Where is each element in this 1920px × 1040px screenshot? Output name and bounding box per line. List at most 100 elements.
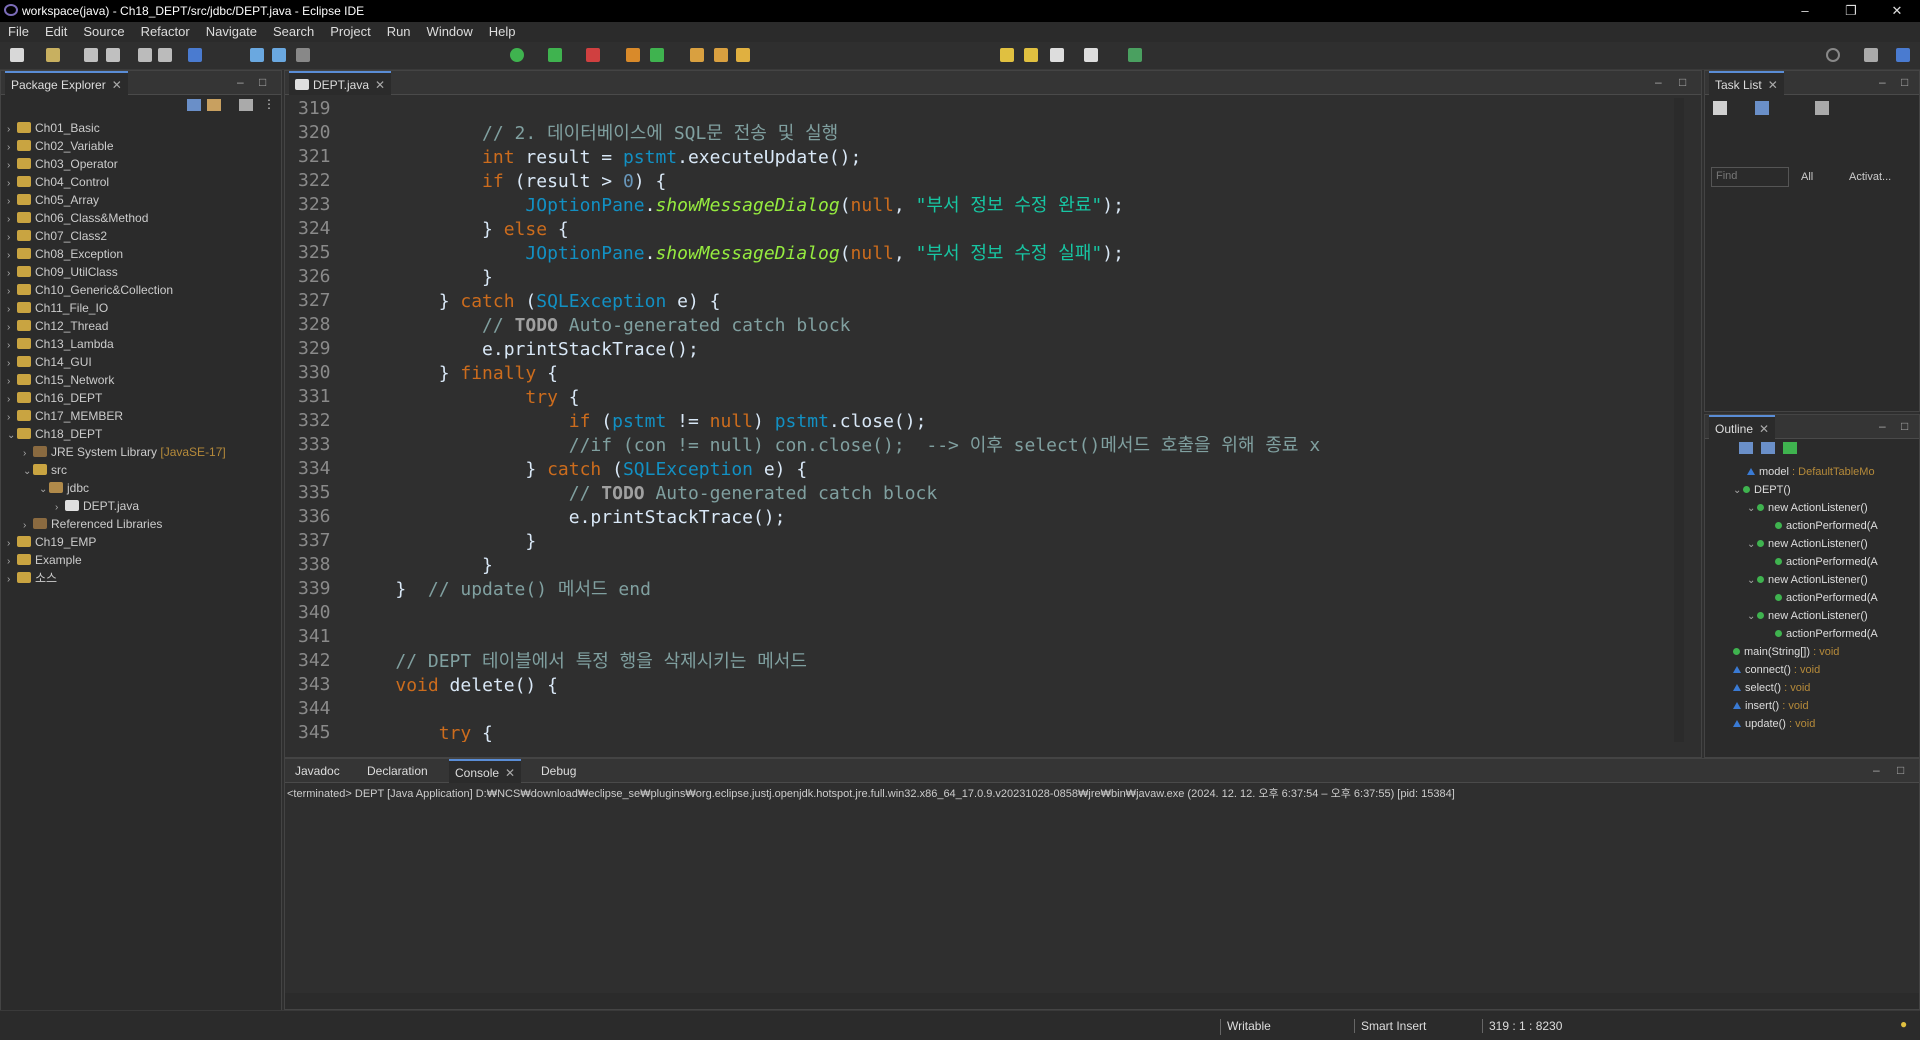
new-class-icon[interactable] (650, 48, 664, 62)
redo-icon[interactable] (158, 48, 172, 62)
prev-annotation-icon[interactable] (1000, 48, 1014, 62)
tree-item[interactable]: › Ch13_Lambda (7, 335, 226, 353)
close-tab-icon[interactable]: ✕ (1759, 422, 1769, 436)
menu-refactor[interactable]: Refactor (133, 22, 198, 42)
code-editor[interactable]: 319 320 321 322 323 324 325 326 327 328 … (286, 98, 1684, 742)
outline-item[interactable]: actionPerformed(A (1713, 625, 1903, 643)
tree-item[interactable]: › Ch04_Control (7, 173, 226, 191)
menu-navigate[interactable]: Navigate (198, 22, 265, 42)
resume-icon[interactable] (250, 48, 264, 62)
undo-icon[interactable] (138, 48, 152, 62)
menu-project[interactable]: Project (322, 22, 378, 42)
tree-item[interactable]: › Ch01_Basic (7, 119, 226, 137)
outline-item[interactable]: model : DefaultTableMo (1713, 463, 1903, 481)
tree-item[interactable]: › Ch07_Class2 (7, 227, 226, 245)
link-editor-icon[interactable] (207, 99, 221, 111)
minimize-view-icon[interactable]: – (237, 75, 244, 89)
minimize-view-icon[interactable]: – (1655, 75, 1662, 89)
cursor-position[interactable]: 319 : 1 : 8230 (1482, 1019, 1562, 1033)
tab-console[interactable]: Console ✕ (449, 759, 522, 783)
menu-window[interactable]: Window (419, 22, 481, 42)
tab-outline[interactable]: Outline ✕ (1709, 415, 1776, 439)
tree-item[interactable]: › Ch19_EMP (7, 533, 226, 551)
menu-source[interactable]: Source (75, 22, 132, 42)
save-all-icon[interactable] (106, 48, 120, 62)
tree-item[interactable]: › Ch11_File_IO (7, 299, 226, 317)
external-tools-icon[interactable] (586, 48, 600, 62)
terminal-icon[interactable] (188, 48, 202, 62)
tree-item[interactable]: › Ch05_Array (7, 191, 226, 209)
forward-icon[interactable] (1084, 48, 1098, 62)
save-icon[interactable] (84, 48, 98, 62)
outline-item[interactable]: actionPerformed(A (1713, 553, 1903, 571)
outline-item[interactable]: update() : void (1713, 715, 1903, 733)
tree-item[interactable]: › Example (7, 551, 226, 569)
outline-item[interactable]: insert() : void (1713, 697, 1903, 715)
outline-item[interactable]: main(String[]) : void (1713, 643, 1903, 661)
tab-debug[interactable]: Debug (535, 759, 582, 783)
close-tab-icon[interactable]: ✕ (375, 78, 385, 92)
console-hscrollbar[interactable] (285, 993, 1919, 1009)
maximize-view-icon[interactable]: □ (259, 75, 266, 89)
collapse-all-icon[interactable] (1739, 442, 1753, 454)
tip-icon[interactable]: ● (1900, 1017, 1907, 1031)
search-toolbar-icon[interactable] (736, 48, 750, 62)
pin-editor-icon[interactable] (1128, 48, 1142, 62)
tree-item[interactable]: › Ch12_Thread (7, 317, 226, 335)
open-task-icon[interactable] (714, 48, 728, 62)
filter-icon[interactable] (239, 99, 253, 111)
outline-item[interactable]: ⌄ new ActionListener() (1713, 607, 1903, 625)
tree-item[interactable]: › Ch17_MEMBER (7, 407, 226, 425)
close-icon[interactable]: ✕ (1882, 2, 1912, 20)
terminate-icon[interactable] (296, 48, 310, 62)
tree-item[interactable]: › Ch03_Operator (7, 155, 226, 173)
categorized-icon[interactable] (1755, 101, 1769, 115)
all-filter[interactable]: All (1801, 171, 1813, 183)
hide-fields-icon[interactable] (1783, 442, 1797, 454)
close-tab-icon[interactable]: ✕ (1768, 78, 1778, 92)
activate-filter[interactable]: Activat... (1849, 171, 1891, 183)
outline-item[interactable]: actionPerformed(A (1713, 589, 1903, 607)
tree-item[interactable]: › Ch08_Exception (7, 245, 226, 263)
tree-item[interactable]: › Ch10_Generic&Collection (7, 281, 226, 299)
minimize-view-icon[interactable]: – (1879, 75, 1886, 89)
close-tab-icon[interactable]: ✕ (505, 766, 515, 780)
java-perspective-icon[interactable] (1896, 48, 1910, 62)
tree-item[interactable]: › JRE System Library [JavaSE-17] (7, 443, 226, 461)
new-task-icon[interactable] (1713, 101, 1727, 115)
tree-item[interactable]: › DEPT.java (7, 497, 226, 515)
open-icon[interactable] (46, 48, 60, 62)
tree-item[interactable]: › Ch14_GUI (7, 353, 226, 371)
close-tab-icon[interactable]: ✕ (112, 78, 122, 92)
maximize-view-icon[interactable]: □ (1897, 763, 1904, 777)
outline-item[interactable]: connect() : void (1713, 661, 1903, 679)
outline-item[interactable]: ⌄ new ActionListener() (1713, 499, 1903, 517)
menu-edit[interactable]: Edit (37, 22, 75, 42)
new-icon[interactable] (10, 48, 24, 62)
tab-task-list[interactable]: Task List ✕ (1709, 71, 1784, 95)
task-find-input[interactable]: Find (1711, 167, 1789, 187)
sort-icon[interactable] (1761, 442, 1775, 454)
tree-item[interactable]: ⌄ Ch18_DEPT (7, 425, 226, 443)
new-java-project-icon[interactable] (626, 48, 640, 62)
outline-item[interactable]: ⌄ new ActionListener() (1713, 535, 1903, 553)
minimize-view-icon[interactable]: – (1879, 419, 1886, 433)
tab-package-explorer[interactable]: Package Explorer ✕ (5, 71, 128, 95)
tree-item[interactable]: › Ch16_DEPT (7, 389, 226, 407)
open-perspective-icon[interactable] (1864, 48, 1878, 62)
tree-item[interactable]: › Ch15_Network (7, 371, 226, 389)
tab-dept-java[interactable]: DEPT.java ✕ (289, 71, 392, 95)
suspend-icon[interactable] (272, 48, 286, 62)
maximize-icon[interactable]: ❐ (1836, 2, 1866, 20)
maximize-view-icon[interactable]: □ (1901, 419, 1908, 433)
tree-item[interactable]: › Referenced Libraries (7, 515, 226, 533)
focus-icon[interactable] (1815, 101, 1829, 115)
minimize-icon[interactable]: – (1790, 2, 1820, 20)
menu-search[interactable]: Search (265, 22, 322, 42)
editor-scrollbar[interactable] (1674, 98, 1684, 742)
tab-declaration[interactable]: Declaration (361, 759, 434, 783)
tree-item[interactable]: › Ch02_Variable (7, 137, 226, 155)
outline-item[interactable]: actionPerformed(A (1713, 517, 1903, 535)
debug-icon[interactable] (548, 48, 562, 62)
tree-item[interactable]: › Ch06_Class&Method (7, 209, 226, 227)
